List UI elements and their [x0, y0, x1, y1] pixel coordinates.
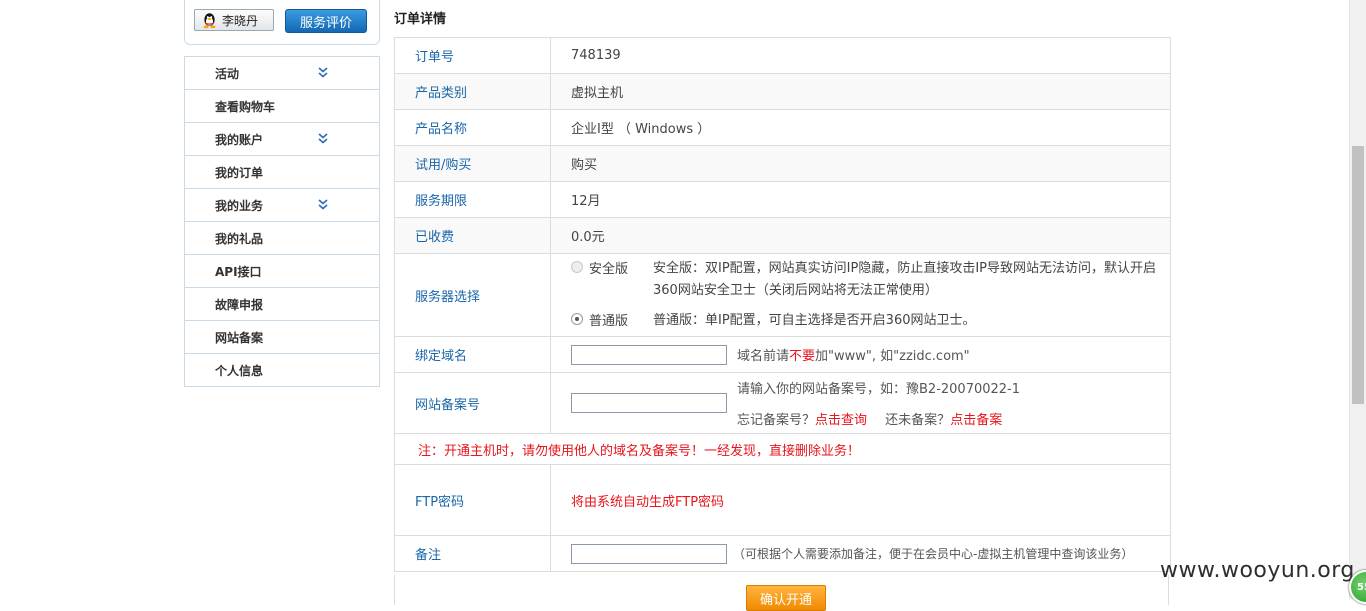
- double-chevron-down-icon: [318, 199, 328, 210]
- sidebar-item-label: API接口: [215, 264, 262, 279]
- period-value: 12月: [571, 194, 601, 209]
- sidebar-item-fault-report[interactable]: 故障申报: [185, 288, 379, 321]
- table-row: 网站备案号 请输入你的网站备案号，如：豫B2-20070022-1 忘记备案号？…: [395, 373, 1170, 434]
- table-row: 备注 （可根据个人需要添加备注，便于在会员中心-虚拟主机管理中查询该业务）: [395, 536, 1170, 572]
- table-row: 订单号 748139: [395, 38, 1170, 74]
- icp-hint: 请输入你的网站备案号，如：豫B2-20070022-1: [737, 382, 1021, 397]
- domain-hint-emphasis: 不要: [789, 349, 816, 364]
- trial-label: 试用/购买: [395, 146, 551, 181]
- table-row: FTP密码 将由系统自动生成FTP密码: [395, 465, 1170, 536]
- qq-penguin-icon: [203, 12, 216, 28]
- remark-input[interactable]: [571, 543, 727, 564]
- icp-hints: 请输入你的网站备案号，如：豫B2-20070022-1 忘记备案号？点击查询 还…: [737, 378, 1020, 428]
- sidebar-item-label: 网站备案: [215, 330, 264, 345]
- domain-input[interactable]: [571, 344, 727, 365]
- table-row: 试用/购买 购买: [395, 146, 1170, 182]
- server-option-name: 普通版: [589, 314, 629, 329]
- trial-value: 购买: [571, 158, 598, 173]
- icp-none-text: 还未备案？: [885, 413, 951, 428]
- vertical-scrollbar[interactable]: [1349, 0, 1366, 599]
- sidebar-item-activity[interactable]: 活动: [185, 57, 379, 90]
- server-option-secure[interactable]: 安全版 安全版：双IP配置，网站真实访问IP隐藏，防止直接攻击IP导致网站无法访…: [571, 258, 1157, 302]
- sidebar-item-api[interactable]: API接口: [185, 255, 379, 288]
- remark-label: 备注: [395, 536, 551, 571]
- domain-hint: 域名前请不要加"www", 如"zzidc.com": [737, 345, 970, 364]
- ftp-label: FTP密码: [395, 465, 551, 535]
- order-no-label: 订单号: [395, 38, 551, 73]
- remark-hint: （可根据个人需要添加备注，便于在会员中心-虚拟主机管理中查询该业务）: [733, 547, 1134, 561]
- server-label: 服务器选择: [395, 254, 551, 336]
- product-name-value: 企业I型 （ Windows ）: [571, 122, 711, 137]
- icp-forgot-text: 忘记备案号？: [737, 413, 816, 428]
- server-options: 安全版 安全版：双IP配置，网站真实访问IP隐藏，防止直接攻击IP导致网站无法访…: [551, 254, 1170, 336]
- icp-cell: 请输入你的网站备案号，如：豫B2-20070022-1 忘记备案号？点击查询 还…: [551, 373, 1170, 433]
- user-box: 李晓丹 服务评价: [184, 0, 380, 45]
- sidebar-item-orders[interactable]: 我的订单: [185, 156, 379, 189]
- table-row: 产品类别 虚拟主机: [395, 74, 1170, 110]
- domain-label: 绑定域名: [395, 337, 551, 372]
- ftp-value: 将由系统自动生成FTP密码: [571, 494, 725, 510]
- submit-area: 确认开通: [394, 575, 1169, 611]
- product-name-label: 产品名称: [395, 110, 551, 145]
- sidebar-item-label: 我的账户: [215, 132, 264, 147]
- domain-hint-post: 加"www", 如"zzidc.com": [815, 349, 970, 364]
- domain-cell: 域名前请不要加"www", 如"zzidc.com": [551, 337, 1170, 372]
- domain-hint-pre: 域名前请: [737, 349, 790, 364]
- table-row: 绑定域名 域名前请不要加"www", 如"zzidc.com": [395, 337, 1170, 373]
- product-type-value: 虚拟主机: [571, 86, 624, 101]
- page-title: 订单详情: [394, 12, 447, 27]
- table-row: 服务器选择 安全版 安全版：双IP配置，网站真实访问IP隐藏，防止直接攻击IP导…: [395, 254, 1170, 337]
- paid-value: 0.0元: [571, 230, 605, 245]
- product-type-label: 产品类别: [395, 74, 551, 109]
- sidebar-item-label: 我的订单: [215, 165, 264, 180]
- user-name: 李晓丹: [222, 13, 259, 28]
- notice-warning: 注：开通主机时，请勿使用他人的域名及备案号！一经发现，直接删除业务！: [395, 434, 1170, 465]
- server-option-desc: 普通版：单IP配置，可自主选择是否开启360网站卫士。: [653, 313, 976, 328]
- remark-cell: （可根据个人需要添加备注，便于在会员中心-虚拟主机管理中查询该业务）: [551, 536, 1170, 571]
- order-no-value: 748139: [571, 48, 621, 63]
- service-evaluation-button[interactable]: 服务评价: [285, 9, 367, 33]
- sidebar-item-label: 我的业务: [215, 198, 264, 213]
- user-button[interactable]: 李晓丹: [194, 9, 274, 31]
- sidebar-item-gifts[interactable]: 我的礼品: [185, 222, 379, 255]
- radio-button[interactable]: [571, 313, 583, 325]
- paid-label: 已收费: [395, 218, 551, 253]
- table-row: 产品名称 企业I型 （ Windows ）: [395, 110, 1170, 146]
- icp-label: 网站备案号: [395, 373, 551, 433]
- order-detail-table: 订单号 748139 产品类别 虚拟主机 产品名称 企业I型 （ Windows…: [394, 37, 1171, 572]
- sidebar-item-label: 活动: [215, 66, 240, 81]
- radio-button[interactable]: [571, 261, 583, 273]
- confirm-open-button[interactable]: 确认开通: [746, 585, 826, 611]
- server-option-desc: 安全版：双IP配置，网站真实访问IP隐藏，防止直接攻击IP导致网站无法访问，默认…: [653, 261, 1157, 298]
- server-option-name: 安全版: [589, 262, 629, 277]
- table-row: 已收费 0.0元: [395, 218, 1170, 254]
- double-chevron-down-icon: [318, 133, 328, 144]
- watermark: www.wooyun.org: [1160, 558, 1355, 583]
- sidebar-item-label: 个人信息: [215, 363, 264, 378]
- sidebar-item-label: 我的礼品: [215, 231, 264, 246]
- icp-query-link[interactable]: 点击查询: [815, 413, 867, 428]
- double-chevron-down-icon: [318, 67, 328, 78]
- scrollbar-thumb[interactable]: [1352, 146, 1364, 404]
- sidebar-item-profile[interactable]: 个人信息: [185, 354, 379, 387]
- icp-input[interactable]: [571, 393, 727, 413]
- server-option-normal[interactable]: 普通版 普通版：单IP配置，可自主选择是否开启360网站卫士。: [571, 310, 976, 332]
- sidebar-item-label: 故障申报: [215, 297, 264, 312]
- icp-apply-link[interactable]: 点击备案: [950, 413, 1002, 428]
- sidebar-item-icp-filing[interactable]: 网站备案: [185, 321, 379, 354]
- sidebar-item-cart[interactable]: 查看购物车: [185, 90, 379, 123]
- sidebar-item-business[interactable]: 我的业务: [185, 189, 379, 222]
- table-row: 服务期限 12月: [395, 182, 1170, 218]
- period-label: 服务期限: [395, 182, 551, 217]
- sidebar-menu: 活动 查看购物车 我的账户 我的订单 我的业务 我的礼品 API接口 故障申报 …: [184, 56, 380, 387]
- icp-links: 忘记备案号？点击查询 还未备案？点击备案: [737, 409, 1020, 428]
- sidebar-item-label: 查看购物车: [215, 99, 276, 114]
- sidebar-item-account[interactable]: 我的账户: [185, 123, 379, 156]
